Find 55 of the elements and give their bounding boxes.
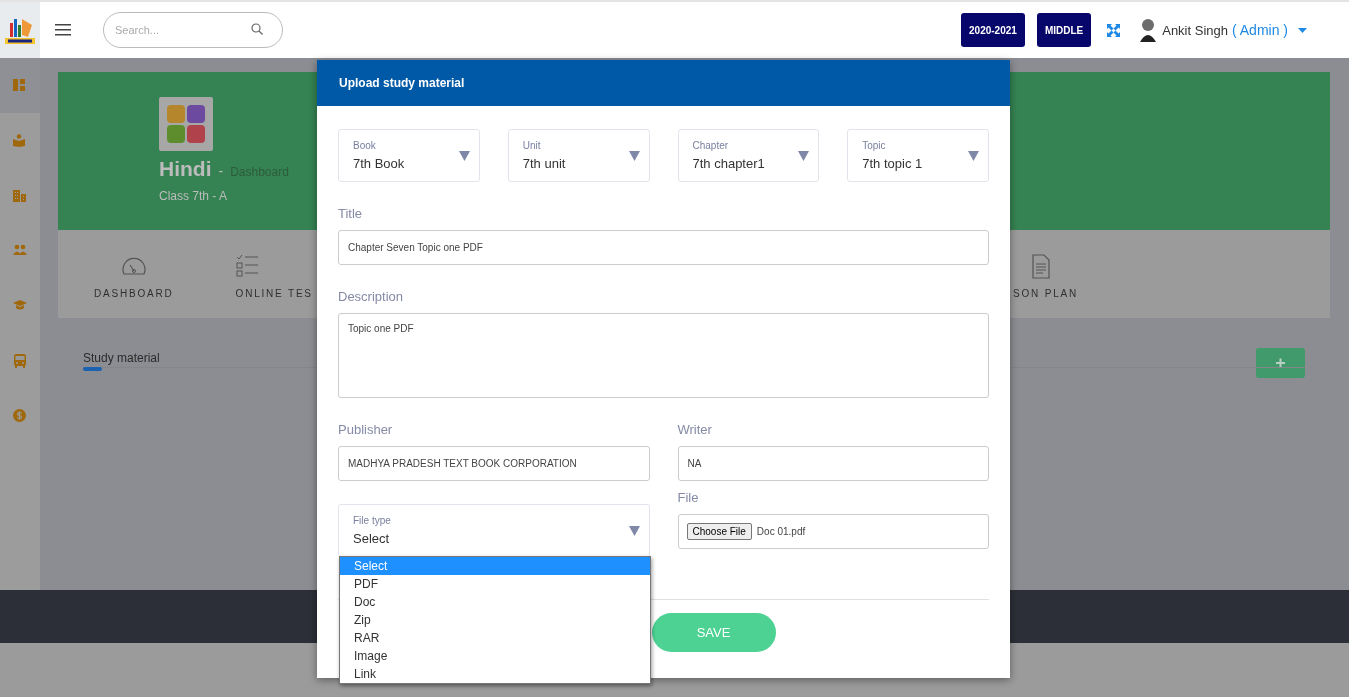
nav-link[interactable]: SON PLAN — [1013, 288, 1078, 299]
writer-field[interactable]: NA — [677, 446, 989, 481]
dropdown-arrow-icon — [798, 150, 810, 161]
tab-indicator — [83, 367, 102, 371]
select-field[interactable]: Chapter 7th chapter1 — [677, 129, 820, 182]
field-label: File — [677, 490, 700, 505]
book-reader-icon — [13, 133, 27, 148]
select-field[interactable]: Topic 7th topic 1 — [847, 129, 989, 182]
description-field[interactable]: Topic one PDF — [338, 313, 989, 398]
title-field[interactable]: Chapter Seven Topic one PDF — [338, 230, 989, 265]
search-icon — [251, 23, 263, 35]
field-label: Title — [338, 206, 364, 221]
separator-text: - — [218, 163, 224, 179]
choose-file-button[interactable]: Choose File — [686, 523, 752, 540]
dashboard-icon — [13, 78, 27, 93]
dropdown-option[interactable]: Doc — [340, 593, 650, 611]
select-field[interactable]: Unit 7th unit — [507, 129, 650, 182]
session-button[interactable]: 2020-2021 — [961, 13, 1025, 47]
dropdown-option[interactable]: Link — [340, 665, 650, 683]
field-label: Description — [338, 289, 405, 304]
fullscreen-button[interactable] — [1107, 23, 1121, 37]
menu-icon — [55, 24, 71, 36]
field-label: Writer — [677, 422, 713, 437]
nav-link[interactable]: DASHBOARD — [94, 288, 174, 299]
class-label: Class 7th - A — [159, 189, 229, 203]
level-button[interactable]: MIDDLE — [1036, 13, 1092, 47]
section-tab[interactable]: Study material — [83, 351, 160, 365]
avatar — [1140, 18, 1157, 42]
dropdown-option[interactable]: RAR — [340, 629, 650, 647]
bus-icon — [13, 353, 27, 368]
letters-icon — [165, 103, 207, 145]
dropdown-arrow-icon — [458, 150, 470, 161]
dollar-coin-icon — [13, 408, 27, 423]
dropdown-arrow-icon — [628, 150, 640, 161]
dropdown-option[interactable]: PDF — [340, 575, 650, 593]
dropdown-arrow-icon — [968, 150, 979, 161]
user-menu[interactable]: Ankit Singh ( Admin ) — [1140, 18, 1307, 42]
building-icon — [13, 188, 27, 203]
publisher-field[interactable]: MADHYA PRADESH TEXT BOOK CORPORATION — [338, 446, 650, 481]
menu-button[interactable] — [55, 24, 71, 36]
caret-icon — [1298, 27, 1307, 33]
expand-icon — [1107, 23, 1121, 37]
file-field[interactable]: Choose File Doc 01.pdf — [677, 514, 989, 549]
select-field[interactable]: Book 7th Book — [338, 129, 480, 182]
dropdown-option[interactable]: Image — [340, 647, 650, 665]
dropdown-arrow-icon — [628, 525, 640, 536]
search-field[interactable]: Search... — [103, 12, 283, 48]
subject-title: Hindi — [159, 157, 212, 181]
modal-title: Upload study material — [317, 60, 1010, 106]
file-name: Doc 01.pdf — [756, 526, 806, 537]
nav-link[interactable]: ONLINE TES — [235, 288, 313, 299]
dropdown-option[interactable]: Zip — [340, 611, 650, 629]
users-icon — [13, 243, 27, 258]
field-label: Publisher — [338, 422, 394, 437]
sidebar-item[interactable] — [0, 58, 40, 113]
